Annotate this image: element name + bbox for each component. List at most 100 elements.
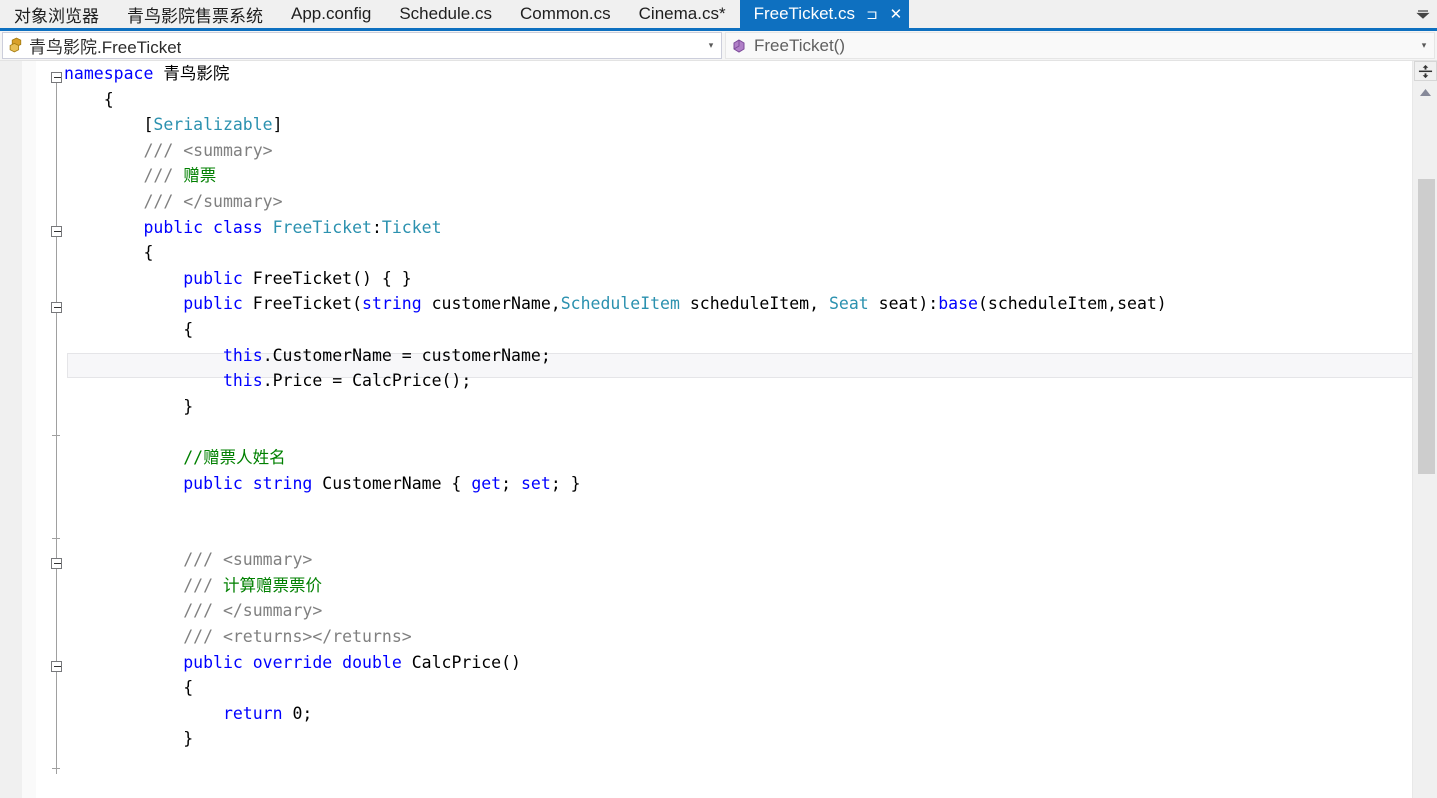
tab-label: FreeTicket.cs	[753, 4, 855, 23]
code-token: CalcPrice()	[401, 652, 521, 672]
code-line: this.CustomerName = customerName;	[64, 343, 1412, 369]
code-line: {	[64, 240, 1412, 266]
code-token: 赠票	[183, 166, 217, 186]
selection-margin[interactable]	[22, 61, 36, 798]
code-line: /// </summary>	[64, 189, 1412, 215]
code-token: Ticket	[381, 217, 442, 237]
code-token: FreeTicket(	[242, 294, 363, 314]
code-line: return 0;	[64, 701, 1412, 727]
code-token: public	[64, 652, 243, 672]
tab-schedule-cs[interactable]: Schedule.cs	[385, 0, 506, 28]
code-token: customerName,	[421, 294, 561, 314]
pin-icon[interactable]: ⊐	[865, 7, 879, 21]
code-line: /// 计算赠票票价	[64, 573, 1412, 599]
code-token: CustomerName {	[312, 473, 472, 493]
code-token: string	[252, 473, 313, 493]
type-dropdown-value: 青鸟影院.FreeTicket	[29, 38, 182, 57]
code-token: ///	[64, 575, 223, 595]
code-token: public	[64, 217, 204, 237]
code-line: {	[64, 87, 1412, 113]
code-token: string	[362, 294, 422, 314]
tab-freeticket-cs[interactable]: FreeTicket.cs ⊐ ✕	[739, 0, 909, 28]
code-line: /// 赠票	[64, 163, 1412, 189]
code-line: /// <returns></returns>	[64, 624, 1412, 650]
tab-cinema-cs[interactable]: Cinema.cs*	[624, 0, 740, 28]
tab-app-config[interactable]: App.config	[277, 0, 386, 28]
method-icon	[726, 38, 752, 54]
fold-collapse-button[interactable]	[51, 302, 62, 314]
code-line: public FreeTicket(string customerName,Sc…	[64, 291, 1412, 317]
code-token: {	[64, 89, 114, 109]
code-token: /// <returns></returns>	[64, 627, 412, 647]
chevron-down-icon[interactable]	[1409, 0, 1437, 28]
code-token: public	[64, 268, 243, 288]
split-view-icon[interactable]	[1414, 61, 1437, 81]
code-token: seat):	[868, 294, 939, 314]
code-line: this.Price = CalcPrice();	[64, 368, 1412, 394]
code-line: {	[64, 317, 1412, 343]
tab-label: Cinema.cs*	[638, 4, 726, 23]
code-token: override	[252, 652, 333, 672]
chevron-down-icon[interactable]: ▾	[701, 41, 721, 50]
code-token: {	[64, 678, 194, 698]
scrollbar-track[interactable]	[1414, 101, 1437, 798]
code-line: public class FreeTicket:Ticket	[64, 215, 1412, 241]
type-dropdown[interactable]: 青鸟影院.FreeTicket ▾	[2, 32, 722, 59]
code-token: (scheduleItem,seat)	[978, 294, 1167, 314]
tab-label: App.config	[291, 4, 372, 23]
code-token: public	[64, 294, 243, 314]
code-line: /// <summary>	[64, 547, 1412, 573]
fold-collapse-button[interactable]	[51, 225, 62, 237]
code-token: {	[64, 319, 194, 339]
indicator-margin[interactable]	[0, 61, 22, 798]
fold-collapse-button[interactable]	[51, 72, 62, 83]
code-token: get	[471, 473, 502, 493]
fold-collapse-button[interactable]	[51, 660, 62, 672]
code-token: /// </summary>	[64, 191, 283, 211]
code-token: base	[938, 294, 978, 314]
chevron-down-icon[interactable]: ▾	[1414, 41, 1434, 50]
navigation-bar: 青鸟影院.FreeTicket ▾ FreeTicket() ▾	[0, 31, 1437, 61]
code-token: 计算赠票票价	[222, 575, 322, 595]
code-line: public FreeTicket() { }	[64, 266, 1412, 292]
tab-object-browser[interactable]: 对象浏览器	[0, 0, 113, 28]
tab-common-cs[interactable]: Common.cs	[505, 0, 625, 28]
code-token: namespace	[64, 64, 154, 83]
code-line: }	[64, 394, 1412, 420]
outlining-end-tick	[52, 537, 60, 539]
scroll-up-button[interactable]	[1414, 83, 1437, 101]
member-dropdown[interactable]: FreeTicket() ▾	[725, 32, 1435, 59]
code-line: {	[64, 675, 1412, 701]
tab-label: Schedule.cs	[399, 4, 492, 23]
code-token: return	[64, 703, 283, 723]
code-editor[interactable]: namespace 青鸟影院 { [Serializable] /// <sum…	[0, 61, 1437, 798]
code-token: class	[213, 217, 263, 237]
code-token: {	[64, 243, 154, 263]
code-line: namespace 青鸟影院	[64, 61, 1412, 87]
code-token: [	[64, 115, 154, 135]
code-token: 青鸟影院	[153, 64, 230, 83]
close-icon[interactable]: ✕	[889, 7, 903, 22]
code-line: /// </summary>	[64, 598, 1412, 624]
scrollbar-thumb[interactable]	[1418, 179, 1435, 474]
outlining-end-tick	[52, 435, 60, 437]
tab-label: Common.cs	[519, 4, 611, 23]
code-token: Seat	[828, 294, 869, 314]
code-token: Serializable	[153, 115, 273, 135]
tab-cinema-ticket-system[interactable]: 青鸟影院售票系统	[113, 0, 277, 28]
member-dropdown-value: FreeTicket()	[754, 35, 845, 55]
vertical-scrollbar[interactable]	[1412, 61, 1437, 798]
code-token: /// </summary>	[64, 601, 323, 621]
code-line: //赠票人姓名	[64, 445, 1412, 471]
tab-bar-spacer	[908, 0, 1409, 28]
tab-label: 青鸟影院售票系统	[127, 6, 263, 26]
fold-collapse-button[interactable]	[51, 558, 62, 570]
code-text-area[interactable]: namespace 青鸟影院 { [Serializable] /// <sum…	[64, 61, 1412, 798]
